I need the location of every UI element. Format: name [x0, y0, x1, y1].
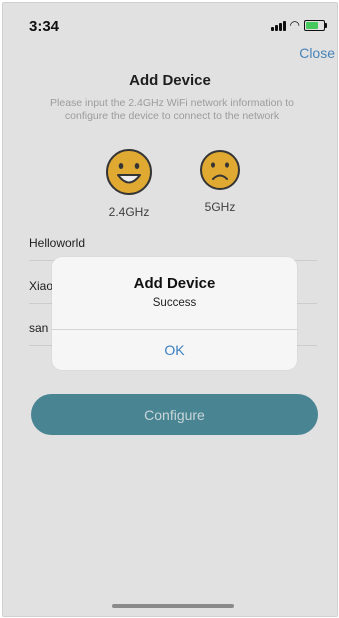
phone-screen: 3:34 ◠ Close Add Device Please input the…: [2, 2, 338, 617]
success-alert-dialog: Add Device Success OK: [52, 257, 297, 370]
home-indicator[interactable]: [112, 604, 234, 608]
alert-ok-button[interactable]: OK: [52, 330, 297, 370]
alert-message: Success: [152, 297, 197, 309]
alert-title: Add Device: [133, 275, 216, 292]
